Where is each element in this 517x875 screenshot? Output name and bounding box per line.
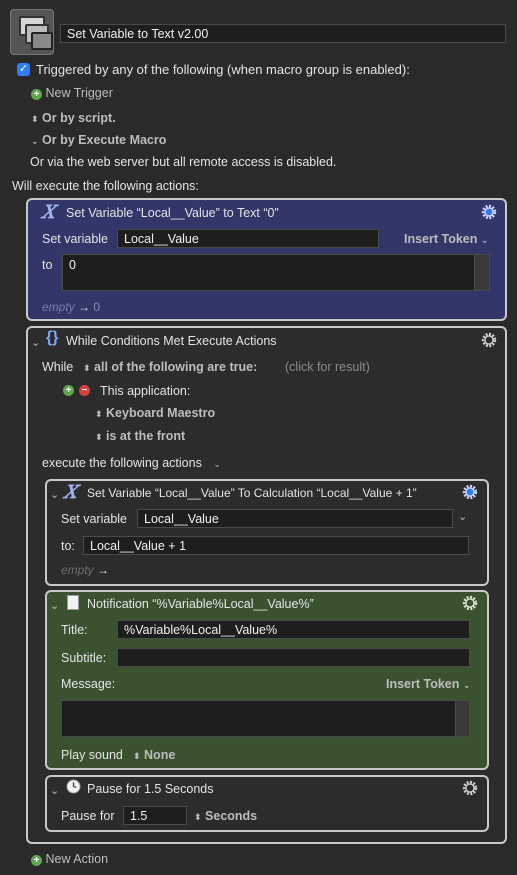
add-condition-icon[interactable]: + bbox=[63, 385, 74, 396]
updown-chevron-icon: ⬍ bbox=[133, 751, 141, 761]
to-label: to: bbox=[61, 539, 75, 553]
action-title: Notification “%Variable%Local__Value%” bbox=[87, 597, 314, 611]
or-by-script-popup[interactable]: ⬍ Or by script. bbox=[31, 110, 116, 127]
result-preview: empty → 0 bbox=[42, 299, 100, 315]
application-state-popup[interactable]: ⬍ is at the front bbox=[95, 428, 185, 445]
collapse-chevron-icon[interactable]: ⌄ bbox=[50, 599, 59, 612]
scrollbar[interactable] bbox=[455, 701, 469, 736]
sound-popup[interactable]: ⬍ None bbox=[133, 747, 175, 764]
execute-label-text: execute the following actions bbox=[42, 456, 202, 470]
action-title: Pause for 1.5 Seconds bbox=[87, 782, 214, 796]
insert-token-menu[interactable]: Insert Token ⌄ bbox=[404, 231, 488, 248]
empty-label: empty bbox=[61, 563, 94, 577]
trigger-enabled-checkbox[interactable]: ✓ bbox=[17, 63, 30, 76]
while-action[interactable]: ⌄ {} While Conditions Met Execute Action… bbox=[26, 326, 507, 844]
or-by-script-label: Or by script. bbox=[42, 111, 116, 125]
gear-icon[interactable] bbox=[461, 779, 479, 797]
click-for-result[interactable]: (click for result) bbox=[285, 359, 370, 375]
updown-chevron-icon: ⬍ bbox=[83, 363, 91, 373]
gear-icon[interactable] bbox=[461, 483, 479, 501]
subtitle-label: Subtitle: bbox=[61, 651, 107, 665]
curly-braces-icon: {} bbox=[46, 329, 59, 346]
chevron-down-icon[interactable]: ⌄ bbox=[213, 456, 221, 472]
will-execute-label: Will execute the following actions: bbox=[12, 179, 199, 193]
new-action-label: New Action bbox=[45, 852, 109, 866]
variable-name-field[interactable]: Local__Value bbox=[117, 229, 379, 248]
notification-subtitle-field[interactable] bbox=[117, 648, 470, 667]
macro-name-field[interactable]: Set Variable to Text v2.00 bbox=[60, 24, 506, 43]
collapse-chevron-icon[interactable]: ⌄ bbox=[50, 488, 59, 501]
set-variable-action[interactable]: 𝑋 Set Variable “Local__Value” to Text “0… bbox=[26, 198, 507, 321]
empty-label: empty bbox=[42, 300, 75, 314]
condition-label: This application: bbox=[100, 384, 191, 398]
application-state: is at the front bbox=[106, 429, 186, 443]
execute-actions-label: execute the following actions ⌄ bbox=[42, 455, 221, 472]
new-trigger-button[interactable]: + New Trigger bbox=[31, 85, 113, 101]
add-icon: + bbox=[31, 855, 42, 866]
notification-title-field[interactable]: %Variable%Local__Value% bbox=[117, 620, 470, 639]
result-preview: empty → bbox=[61, 562, 109, 578]
gear-icon[interactable] bbox=[461, 594, 479, 612]
title-label: Title: bbox=[61, 623, 88, 637]
calculation-field[interactable]: Local__Value + 1 bbox=[83, 536, 469, 555]
new-action-button[interactable]: + New Action bbox=[31, 851, 108, 867]
variable-x-icon: 𝑋 bbox=[42, 202, 55, 223]
updown-chevron-icon: ⬍ bbox=[194, 812, 202, 822]
application-name: Keyboard Maestro bbox=[106, 406, 216, 420]
to-label: to bbox=[42, 258, 53, 272]
add-icon: + bbox=[31, 89, 42, 100]
chevron-down-icon: ⌄ bbox=[31, 136, 39, 146]
condition-mode-popup[interactable]: ⬍ all of the following are true: bbox=[83, 359, 257, 376]
play-sound-label: Play sound bbox=[61, 748, 123, 762]
pause-action[interactable]: ⌄ Pause for 1.5 Seconds Pause for 1.5 ⬍ … bbox=[45, 775, 489, 832]
chevron-down-icon: ⌄ bbox=[480, 235, 489, 245]
gear-icon[interactable] bbox=[480, 203, 498, 221]
insert-token-label: Insert Token bbox=[404, 232, 478, 246]
updown-chevron-icon: ⬍ bbox=[31, 114, 39, 124]
web-server-note: Or via the web server but all remote acc… bbox=[30, 155, 337, 169]
updown-chevron-icon: ⬍ bbox=[95, 432, 103, 442]
action-title: Set Variable “Local__Value” To Calculati… bbox=[87, 486, 417, 500]
gear-icon[interactable] bbox=[480, 331, 498, 349]
chevron-down-icon[interactable]: ⌄ bbox=[458, 510, 467, 523]
to-text-field[interactable]: 0 bbox=[62, 254, 490, 291]
updown-chevron-icon: ⬍ bbox=[95, 409, 103, 419]
time-unit-popup[interactable]: ⬍ Seconds bbox=[194, 808, 257, 825]
notification-message-field[interactable] bbox=[61, 700, 470, 737]
insert-token-label: Insert Token bbox=[386, 677, 460, 691]
action-title: Set Variable “Local__Value” to Text “0” bbox=[66, 206, 279, 220]
set-variable-label: Set variable bbox=[42, 232, 109, 246]
arrow-icon: → bbox=[97, 563, 110, 577]
chevron-down-icon: ⌄ bbox=[462, 680, 471, 690]
trigger-checkbox-label: Triggered by any of the following (when … bbox=[36, 62, 410, 77]
new-trigger-label: New Trigger bbox=[45, 86, 113, 100]
macro-icon[interactable] bbox=[10, 9, 54, 55]
time-unit-value: Seconds bbox=[205, 809, 258, 823]
remove-condition-icon[interactable]: – bbox=[79, 385, 90, 396]
variable-name-field[interactable]: Local__Value bbox=[137, 509, 453, 528]
collapse-chevron-icon[interactable]: ⌄ bbox=[50, 784, 59, 797]
insert-token-menu[interactable]: Insert Token ⌄ bbox=[386, 676, 470, 693]
set-variable-calculation-action[interactable]: ⌄ 𝑋 Set Variable “Local__Value” To Calcu… bbox=[45, 479, 489, 586]
clock-icon bbox=[66, 779, 81, 794]
sound-value: None bbox=[144, 748, 176, 762]
or-by-execute-macro-popup[interactable]: ⌄ Or by Execute Macro bbox=[31, 132, 166, 149]
collapse-chevron-icon[interactable]: ⌄ bbox=[31, 336, 40, 349]
result-value: 0 bbox=[93, 300, 101, 314]
pause-duration-field[interactable]: 1.5 bbox=[123, 806, 187, 825]
message-label: Message: bbox=[61, 677, 116, 691]
pause-for-label: Pause for bbox=[61, 809, 115, 823]
variable-x-icon: 𝑋 bbox=[64, 482, 77, 503]
action-title: While Conditions Met Execute Actions bbox=[66, 334, 277, 348]
arrow-icon: → bbox=[78, 300, 91, 314]
scrollbar[interactable] bbox=[474, 255, 489, 290]
while-label: While bbox=[42, 360, 74, 374]
notification-action[interactable]: ⌄ Notification “%Variable%Local__Value%”… bbox=[45, 590, 489, 770]
set-variable-label: Set variable bbox=[61, 512, 128, 526]
document-icon bbox=[67, 595, 79, 610]
condition-mode-label: all of the following are true: bbox=[94, 360, 258, 374]
application-popup[interactable]: ⬍ Keyboard Maestro bbox=[95, 405, 215, 422]
or-by-execute-macro-label: Or by Execute Macro bbox=[42, 133, 167, 147]
